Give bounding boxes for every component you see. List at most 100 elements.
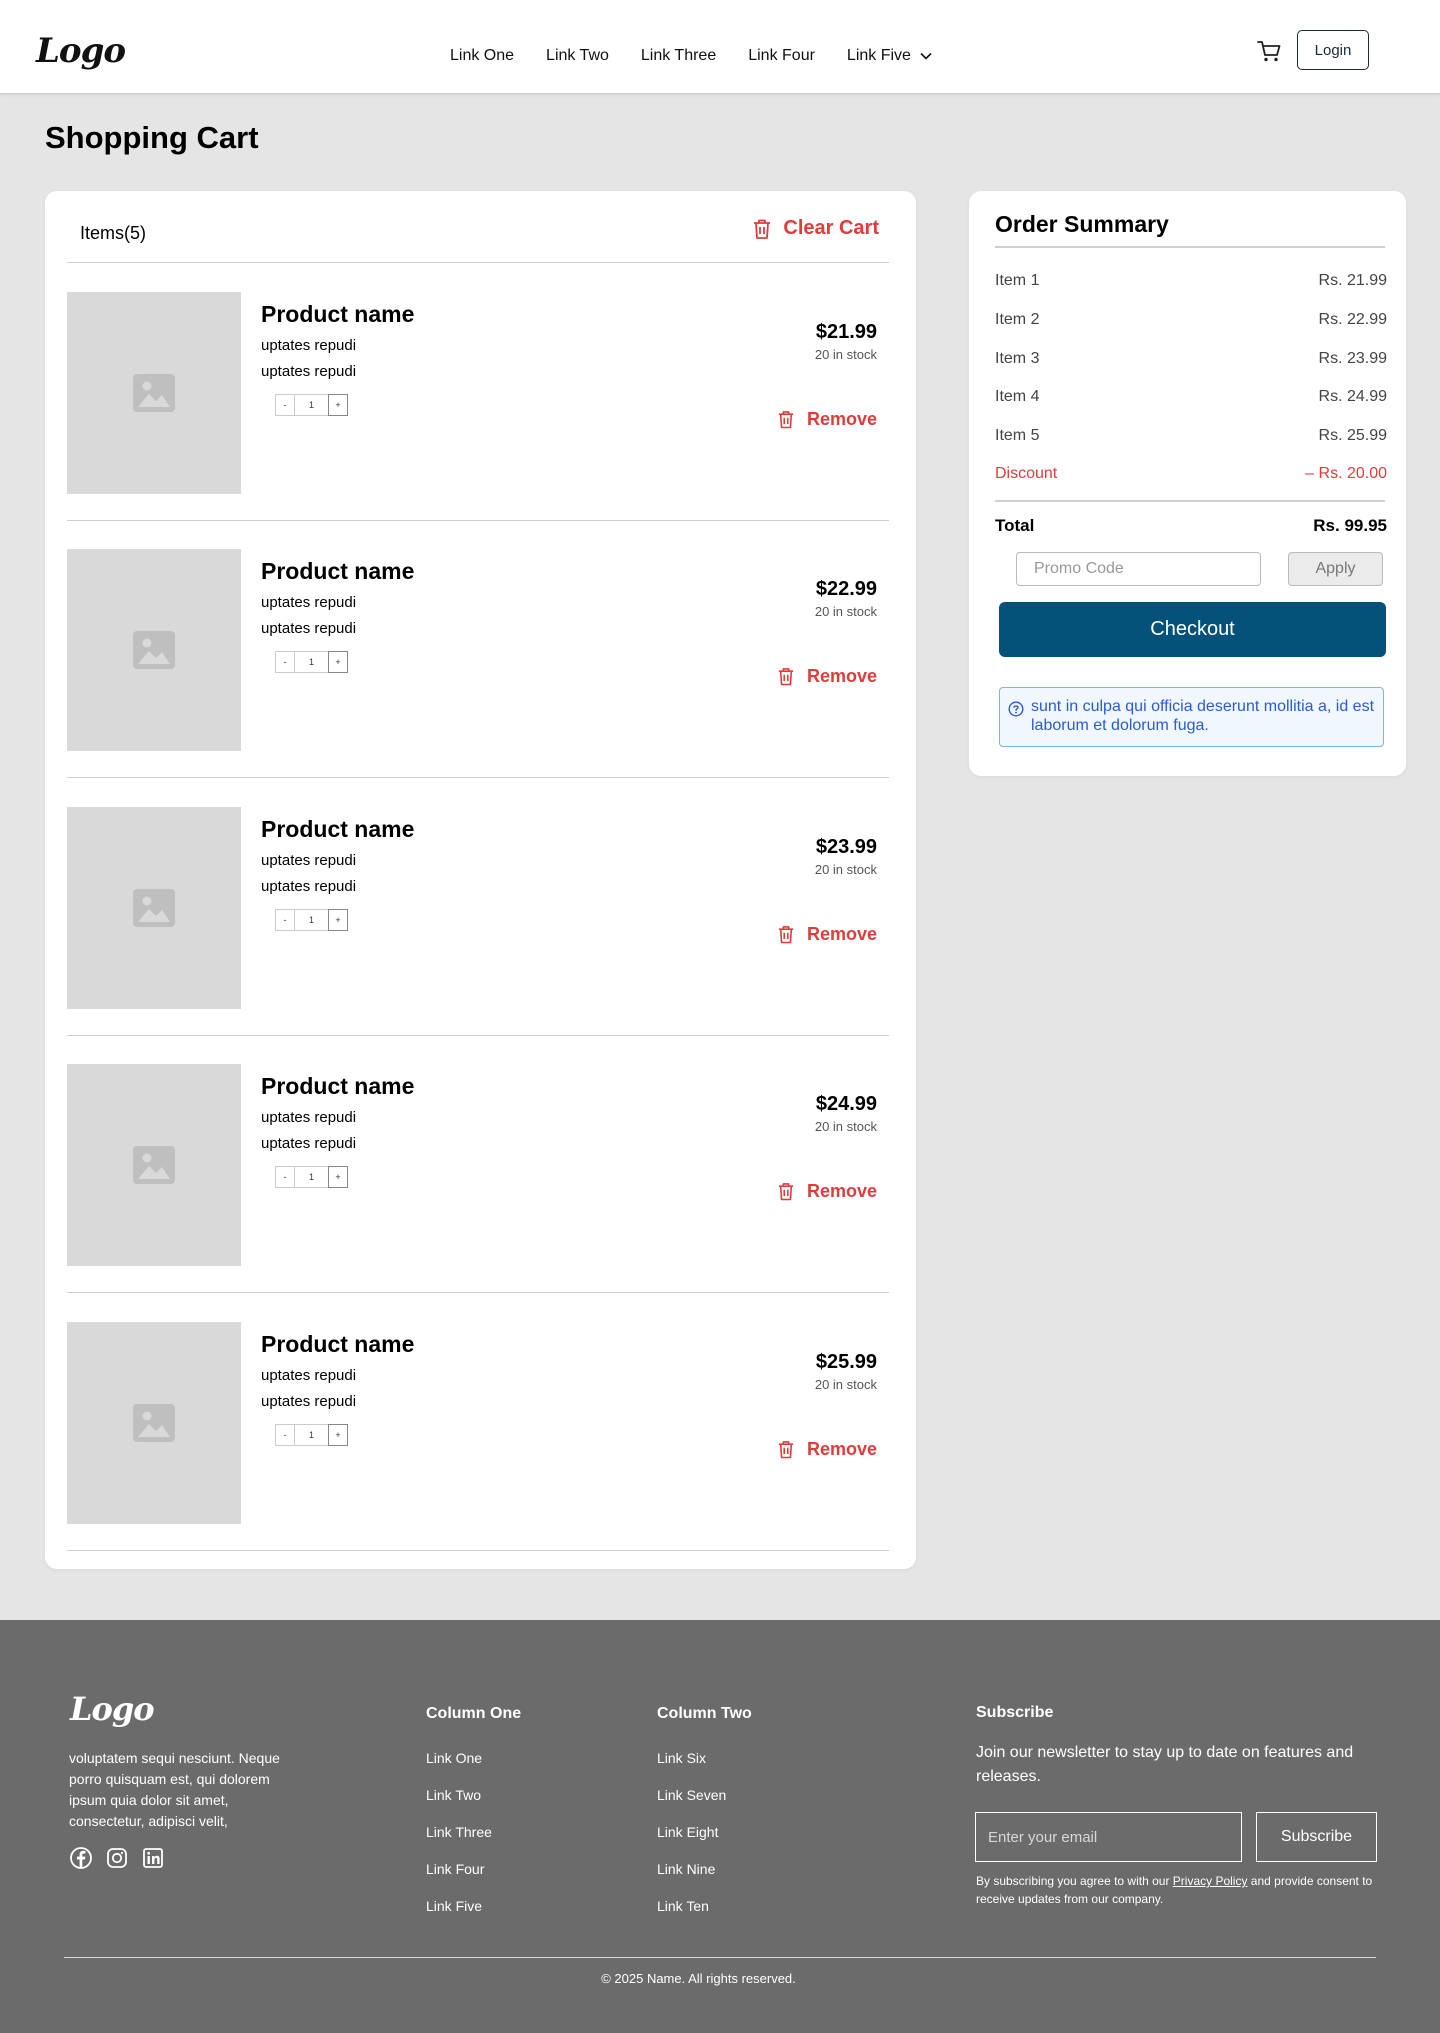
footer-link[interactable]: Link Five: [426, 1897, 482, 1915]
product-name[interactable]: Product name: [261, 1072, 414, 1100]
remove-button[interactable]: Remove: [778, 1439, 877, 1460]
product-name[interactable]: Product name: [261, 815, 414, 843]
product-price: $23.99: [815, 836, 877, 858]
privacy-policy-link[interactable]: Privacy Policy: [1173, 1874, 1248, 1888]
qty-input[interactable]: [295, 1166, 328, 1188]
copyright: © 2025 Name. All rights reserved.: [601, 1971, 796, 1986]
product-desc: uptates repudi: [261, 1135, 357, 1152]
trash-icon: [778, 926, 794, 944]
nav-link-five-dropdown[interactable]: Link Five: [847, 46, 933, 66]
nav-link-two[interactable]: Link Two: [546, 46, 609, 66]
summary-row: Item 5 Rs. 25.99: [995, 426, 1387, 446]
remove-label: Remove: [806, 666, 877, 686]
remove-button[interactable]: Remove: [778, 409, 877, 430]
footer-link[interactable]: Link Four: [426, 1860, 484, 1878]
stock-count: 20 in stock: [814, 604, 877, 619]
summary-item-value: Rs. 24.99: [1318, 388, 1387, 405]
product-desc: uptates repudi: [261, 594, 357, 611]
logo[interactable]: Logo: [36, 34, 126, 68]
summary-item-value: Rs. 25.99: [1318, 427, 1387, 444]
remove-button[interactable]: Remove: [778, 924, 877, 945]
total-label: Total: [995, 516, 1035, 535]
discount-label: Discount: [995, 465, 1058, 482]
promo-code-input[interactable]: [1016, 552, 1261, 586]
summary-item-value: Rs. 23.99: [1318, 350, 1387, 367]
chevron-down-icon: [920, 52, 932, 60]
remove-button[interactable]: Remove: [778, 666, 877, 687]
footer-logo[interactable]: Logo: [70, 1693, 155, 1725]
nav-link-four[interactable]: Link Four: [748, 46, 815, 66]
remove-button[interactable]: Remove: [778, 1181, 877, 1202]
qty-input[interactable]: [295, 394, 328, 416]
product-name[interactable]: Product name: [261, 300, 414, 328]
email-field[interactable]: [975, 1812, 1242, 1862]
divider: [995, 500, 1385, 502]
remove-label: Remove: [806, 409, 877, 429]
product-desc: uptates repudi: [261, 1367, 357, 1384]
footer-link[interactable]: Link Eight: [657, 1823, 718, 1841]
info-text: sunt in culpa qui officia deserunt molli…: [1031, 698, 1375, 734]
product-image-placeholder: [67, 1064, 241, 1266]
qty-increase-button[interactable]: +: [328, 909, 348, 931]
page-title: Shopping Cart: [45, 120, 259, 155]
qty-decrease-button[interactable]: -: [275, 1166, 295, 1188]
product-desc: uptates repudi: [261, 852, 357, 869]
subscribe-button[interactable]: Subscribe: [1256, 1812, 1377, 1862]
cart-icon[interactable]: [1256, 38, 1282, 64]
qty-increase-button[interactable]: +: [328, 1424, 348, 1446]
qty-increase-button[interactable]: +: [328, 651, 348, 673]
summary-item-value: Rs. 22.99: [1318, 311, 1387, 328]
facebook-icon[interactable]: [70, 1847, 92, 1869]
summary-item-label: Item 5: [995, 427, 1040, 444]
qty-increase-button[interactable]: +: [328, 394, 348, 416]
qty-input[interactable]: [295, 651, 328, 673]
subscribe-text: Join our newsletter to stay up to date o…: [976, 1744, 1354, 1785]
login-button[interactable]: Login: [1297, 30, 1369, 70]
stock-count: 20 in stock: [814, 862, 877, 877]
linkedin-icon[interactable]: [142, 1847, 164, 1869]
qty-input[interactable]: [295, 1424, 328, 1446]
product-name[interactable]: Product name: [261, 1330, 414, 1358]
trash-icon: [778, 411, 794, 429]
summary-item-value: Rs. 21.99: [1318, 272, 1387, 289]
footer-link[interactable]: Link Seven: [657, 1786, 726, 1804]
qty-decrease-button[interactable]: -: [275, 394, 295, 416]
checkout-button[interactable]: Checkout: [999, 602, 1386, 657]
qty-input[interactable]: [295, 909, 328, 931]
qty-decrease-button[interactable]: -: [275, 1424, 295, 1446]
order-summary-title: Order Summary: [995, 211, 1169, 237]
instagram-icon[interactable]: [106, 1847, 128, 1869]
qty-decrease-button[interactable]: -: [275, 909, 295, 931]
quantity-stepper: - +: [275, 1166, 348, 1188]
clear-cart-label: Clear Cart: [783, 217, 879, 239]
footer-link[interactable]: Link Six: [657, 1749, 706, 1767]
image-placeholder-icon: [133, 1404, 175, 1442]
qty-decrease-button[interactable]: -: [275, 651, 295, 673]
remove-label: Remove: [806, 924, 877, 944]
trash-icon: [778, 1441, 794, 1459]
qty-increase-button[interactable]: +: [328, 1166, 348, 1188]
items-count: Items(5): [80, 223, 147, 243]
product-name[interactable]: Product name: [261, 557, 414, 585]
product-image-placeholder: [67, 1322, 241, 1524]
discount-row: Discount – Rs. 20.00: [995, 464, 1387, 484]
footer-link[interactable]: Link One: [426, 1749, 482, 1767]
nav-link-three[interactable]: Link Three: [641, 46, 716, 66]
summary-item-label: Item 1: [995, 272, 1040, 289]
product-price: $25.99: [815, 1351, 877, 1373]
footer-link[interactable]: Link Two: [426, 1786, 481, 1804]
clear-cart-button[interactable]: Clear Cart: [753, 217, 879, 240]
trash-icon: [778, 1183, 794, 1201]
footer-link[interactable]: Link Three: [426, 1823, 492, 1841]
apply-promo-button[interactable]: Apply: [1288, 552, 1383, 586]
footer-link[interactable]: Link Ten: [657, 1897, 709, 1915]
footer-column-two-title: Column Two: [657, 1705, 752, 1722]
stock-count: 20 in stock: [814, 1119, 877, 1134]
site-footer: Logo voluptatem sequi nesciunt. Neque po…: [0, 1620, 1440, 2033]
footer-link[interactable]: Link Nine: [657, 1860, 715, 1878]
cart-item: Product name uptates repudi uptates repu…: [67, 1294, 889, 1551]
summary-row: Item 1 Rs. 21.99: [995, 271, 1387, 291]
site-header: Logo Link One Link Two Link Three Link F…: [0, 0, 1440, 94]
summary-row: Item 4 Rs. 24.99: [995, 387, 1387, 407]
nav-link-one[interactable]: Link One: [450, 46, 514, 66]
